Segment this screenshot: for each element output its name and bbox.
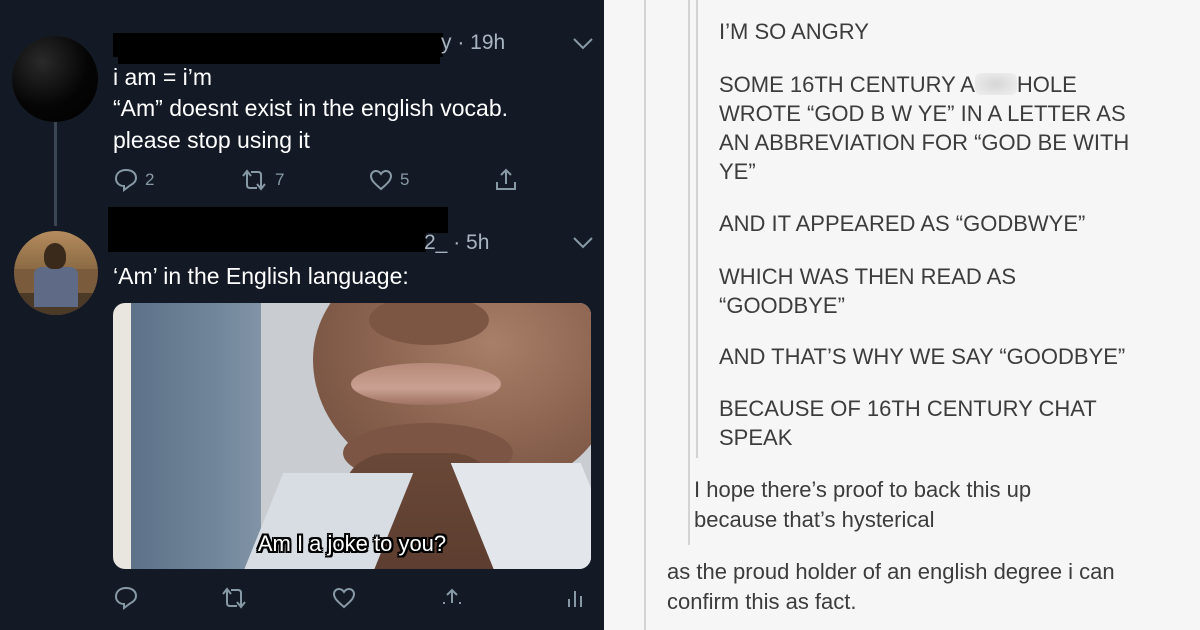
post-paragraph-4: AND THAT’S WHY WE SAY “GOODBYE” [719, 344, 1126, 369]
thread-connector-line [54, 118, 57, 226]
reply-icon[interactable] [113, 585, 139, 611]
tweet-1-handle-time: y · 19h [441, 31, 506, 54]
retweet-count: 7 [275, 170, 285, 189]
analytics-icon[interactable] [565, 585, 587, 611]
tweet-1-line-1: i am = i’m [113, 64, 213, 90]
post-paragraph-3-line-1: WHICH WAS THEN READ AS [719, 264, 1017, 289]
meme-lips [351, 363, 501, 405]
tweet-2-actions [113, 585, 593, 615]
reblog-comment-1-line-2: because that’s hysterical [694, 507, 935, 532]
chevron-down-icon[interactable] [572, 37, 594, 51]
tumblr-post-panel: I’M SO ANGRY SOME 16TH CENTURY A HOLE WRO… [604, 0, 1200, 630]
reply-count: 2 [145, 170, 155, 189]
post-paragraph-1-line-2: WROTE “GOD B W YE” IN A LETTER AS [719, 101, 1126, 126]
post-line-angry: I’M SO ANGRY [719, 19, 869, 44]
post-paragraph-1-line-1: SOME 16TH CENTURY A HOLE [719, 70, 1077, 99]
censored-blur [974, 73, 1017, 95]
share-button[interactable] [493, 167, 519, 193]
avatar-tweet-2[interactable] [14, 231, 98, 315]
redacted-handle-2 [108, 228, 426, 252]
chevron-down-icon[interactable] [572, 236, 594, 250]
meme-image[interactable]: Am I a joke to you? [113, 303, 591, 569]
reblog-indent-line-middle [688, 0, 690, 545]
avatar-photo-head [44, 243, 66, 269]
retweet-icon [242, 169, 266, 191]
tweet-1-line-2: “Am” doesnt exist in the english vocab. [113, 95, 509, 121]
reblog-comment-2-line-2: confirm this as fact. [667, 589, 857, 614]
post-paragraph-5-line-1: BECAUSE OF 16TH CENTURY CHAT [719, 396, 1097, 421]
retweet-button[interactable]: 7 [239, 167, 284, 193]
post-paragraph-3-line-2: “GOODBYE” [719, 293, 845, 318]
tweet-1-actions: 2 7 5 [113, 167, 533, 197]
post-paragraph-5-line-2: SPEAK [719, 425, 793, 450]
tweet-2-text: ‘Am’ in the English language: [113, 263, 409, 289]
share-icon[interactable] [439, 585, 465, 611]
reply-button[interactable]: 2 [113, 167, 154, 193]
post-paragraph-2: AND IT APPEARED AS “GODBWYE” [719, 211, 1086, 236]
reblog-indent-line-outer [644, 0, 646, 630]
like-icon[interactable] [331, 585, 357, 611]
meme-collage: y · 19h i am = i’m “Am” doesnt exist in … [0, 0, 1200, 630]
post-paragraph-1-line-3: AN ABBREVIATION FOR “GOD BE WITH [719, 130, 1130, 155]
twitter-thread-panel: y · 19h i am = i’m “Am” doesnt exist in … [0, 0, 604, 630]
tweet-1-line-3: please stop using it [113, 127, 310, 153]
meme-bg-left [131, 303, 261, 569]
reblog-indent-line-inner [696, 0, 698, 458]
avatar-photo-body [34, 267, 78, 307]
like-count: 5 [400, 170, 410, 189]
retweet-icon[interactable] [219, 585, 249, 611]
like-icon [369, 169, 393, 191]
avatar-tweet-1[interactable] [12, 36, 98, 122]
tweet-2-handle-time: 2_ · 5h [424, 231, 490, 254]
reblog-comment-1-line-1: I hope there’s proof to back this up [694, 477, 1032, 502]
post-paragraph-1-line-4: YE” [719, 159, 756, 184]
reblog-comment-2-line-1: as the proud holder of an english degree… [667, 559, 1115, 584]
meme-caption: Am I a joke to you? [257, 531, 447, 556]
share-icon [496, 168, 516, 190]
like-button[interactable]: 5 [368, 167, 409, 193]
post-p1-l1-before: SOME 16TH CENTURY A [719, 72, 975, 97]
reply-icon [114, 168, 138, 192]
post-p1-l1-after: HOLE [1016, 72, 1077, 97]
